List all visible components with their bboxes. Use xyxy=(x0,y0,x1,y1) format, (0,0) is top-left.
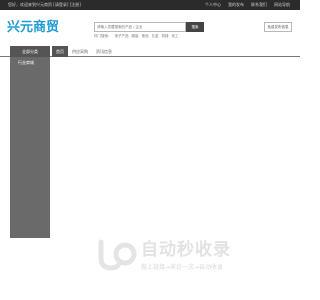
tab-news[interactable]: 资讯信息 xyxy=(92,46,116,57)
hot-search-link[interactable]: 电子产品 xyxy=(115,34,129,39)
hot-search-link[interactable]: 五金 xyxy=(152,34,159,39)
top-link-user-center[interactable]: 个人中心 xyxy=(205,2,221,8)
category-sidebar: 行业商城 xyxy=(10,57,50,238)
hot-search-link[interactable]: 服装 xyxy=(132,34,139,39)
site-logo[interactable]: 兴元商贸 xyxy=(7,20,59,36)
welcome-text: 您好，欢迎来到兴元商贸 [请登录] [注册] xyxy=(8,2,81,7)
tab-home[interactable]: 首页 xyxy=(52,46,68,57)
watermark-title: 自动秒收录 xyxy=(141,240,231,260)
tab-supply-purchase[interactable]: 供应采购 xyxy=(68,46,92,57)
hot-search-link[interactable]: 食品 xyxy=(142,34,149,39)
hot-search-link[interactable]: 机械 xyxy=(162,34,169,39)
hot-search-link[interactable]: 化工 xyxy=(172,34,179,39)
search-input[interactable] xyxy=(94,22,186,32)
search-bar: 搜索 xyxy=(94,22,212,32)
top-link-my-posts[interactable]: 我的发布 xyxy=(228,2,244,8)
hot-searches: 热门搜索： 电子产品 服装 食品 五金 机械 化工 xyxy=(94,34,179,39)
top-link-contact[interactable]: 联系我们 xyxy=(251,2,267,8)
top-link-sitemap[interactable]: 网站导航 xyxy=(274,2,290,8)
main-nav: 全部分类 首页 供应采购 资讯信息 xyxy=(0,46,300,57)
top-links: 个人中心 我的发布 联系我们 网站导航 xyxy=(205,2,290,8)
watermark: 自动秒收录 做上链接→来访一次→自动收录 xyxy=(95,238,285,278)
nav-tabs: 首页 供应采购 资讯信息 xyxy=(52,46,116,57)
hot-search-label: 热门搜索： xyxy=(94,34,112,38)
publish-button[interactable]: 免费发布信息 xyxy=(264,22,292,32)
watermark-subtitle: 做上链接→来访一次→自动收录 xyxy=(141,264,224,271)
top-bar: 您好，欢迎来到兴元商贸 [请登录] [注册] 个人中心 我的发布 联系我们 网站… xyxy=(0,0,300,10)
search-button[interactable]: 搜索 xyxy=(186,22,204,32)
watermark-logo-icon xyxy=(98,239,137,271)
all-categories-button[interactable]: 全部分类 xyxy=(10,46,50,57)
sidebar-item-mall[interactable]: 行业商城 xyxy=(10,57,50,66)
